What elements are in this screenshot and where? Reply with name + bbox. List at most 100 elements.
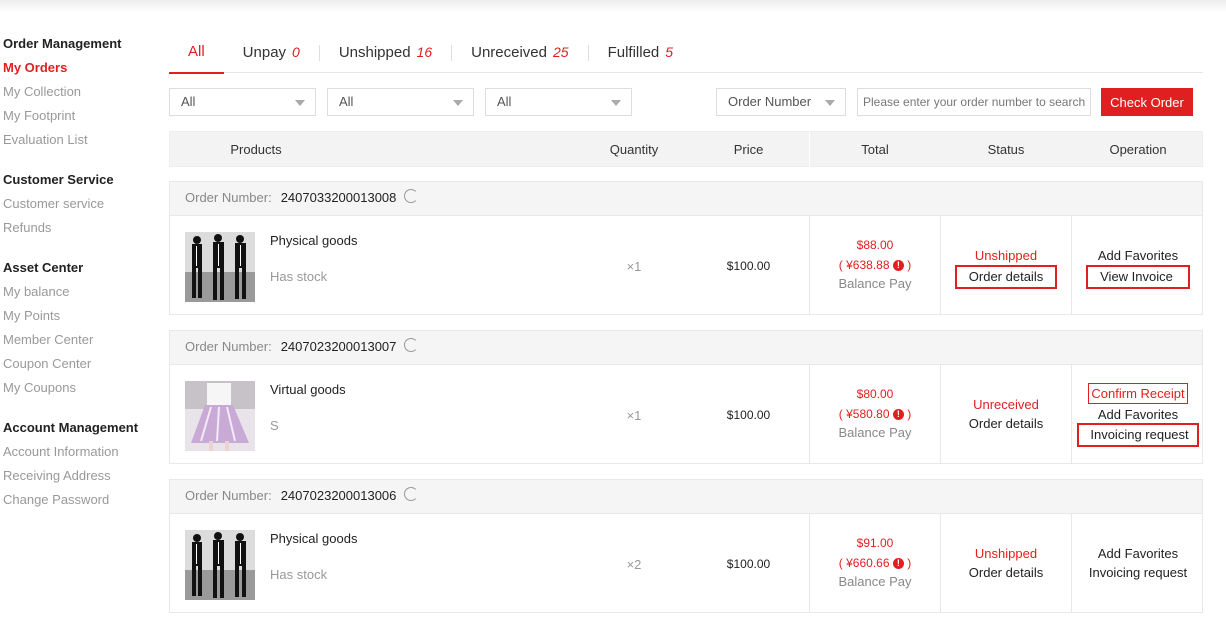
select-value: All (497, 94, 512, 109)
select-value: All (181, 94, 196, 109)
total-cny-close: ) (907, 556, 912, 570)
header-price: Price (733, 142, 764, 157)
product-name[interactable]: Physical goods (270, 233, 357, 248)
total-usd: $91.00 (856, 536, 894, 550)
chevron-down-icon (611, 100, 621, 106)
tab-all[interactable]: All (169, 38, 224, 74)
tab-count: 0 (292, 44, 300, 60)
order-status: Unshipped Order details (941, 248, 1071, 289)
order-number-label: Order Number: (185, 190, 272, 205)
tab-count: 5 (665, 44, 674, 60)
invoicing-request-link[interactable]: Invoicing request (1072, 565, 1204, 580)
sidebar-item-my-points[interactable]: My Points (3, 308, 163, 332)
order-operations: Add Favorites Invoicing request (1072, 546, 1204, 580)
sidebar-group-asset-center: Asset Center My balance My Points Member… (3, 260, 163, 404)
sidebar-group-title: Account Management (3, 420, 139, 435)
sidebar: Order Management My Orders My Collection… (3, 36, 163, 532)
add-favorites-link[interactable]: Add Favorites (1072, 248, 1204, 263)
sidebar-item-receiving-address[interactable]: Receiving Address (3, 468, 163, 492)
product-thumbnail-skirt[interactable] (185, 381, 255, 451)
sidebar-item-my-footprint[interactable]: My Footprint (3, 108, 163, 132)
tab-label: Unpay (242, 44, 287, 61)
add-favorites-link[interactable]: Add Favorites (1072, 546, 1204, 561)
filter-select-1[interactable]: All (169, 88, 316, 116)
filter-select-3[interactable]: All (485, 88, 632, 116)
tab-unshipped[interactable]: Unshipped 16 (320, 38, 451, 73)
top-shadow (0, 0, 1226, 12)
sidebar-item-my-balance[interactable]: My balance (3, 284, 163, 308)
order-details-link[interactable]: Order details (941, 565, 1071, 580)
sidebar-item-coupon-center[interactable]: Coupon Center (3, 356, 163, 380)
info-icon[interactable]: ! (892, 409, 904, 420)
check-order-button[interactable]: Check Order (1101, 88, 1193, 116)
filter-select-2[interactable]: All (327, 88, 474, 116)
order-body: Virtual goods S ×1 $100.00 $80.00 ( ¥580… (170, 365, 1202, 464)
order-header: Order Number: 2407023200013007 (170, 331, 1202, 365)
total-cny-value: ( ¥580.80 (838, 407, 890, 421)
product-spec: Has stock (270, 269, 328, 284)
sidebar-item-my-orders[interactable]: My Orders (3, 60, 163, 84)
select-value: All (339, 94, 354, 109)
orders-table-header: Products Quantity Price Total Status Ope… (169, 131, 1203, 168)
total-cny: ( ¥580.80 ! ) (810, 407, 940, 421)
order-body: Physical goods Has stock ×1 $100.00 $88.… (170, 216, 1202, 315)
order-details-link[interactable]: Order details (954, 265, 1058, 289)
header-products: Products (230, 142, 282, 157)
chevron-down-icon (295, 100, 305, 106)
order-operations: Add Favorites View Invoice (1072, 248, 1204, 289)
sidebar-item-customer-service[interactable]: Customer service (3, 196, 163, 220)
info-icon[interactable]: ! (892, 558, 904, 569)
order-card: Order Number: 2407023200013006 Physical g… (169, 479, 1203, 613)
sidebar-item-my-coupons[interactable]: My Coupons (3, 380, 163, 404)
order-header: Order Number: 2407033200013008 (170, 182, 1202, 216)
add-favorites-link[interactable]: Add Favorites (1072, 407, 1204, 422)
sidebar-item-my-collection[interactable]: My Collection (3, 84, 163, 108)
sidebar-item-refunds[interactable]: Refunds (3, 220, 163, 244)
order-number: 2407023200013007 (280, 339, 397, 354)
status-text: Unshipped (974, 546, 1038, 561)
invoicing-request-link[interactable]: Invoicing request (1077, 423, 1199, 447)
refresh-icon[interactable] (404, 337, 419, 352)
order-number-label: Order Number: (185, 339, 272, 354)
tab-label: All (188, 43, 205, 60)
sidebar-item-member-center[interactable]: Member Center (3, 332, 163, 356)
refresh-icon[interactable] (404, 188, 419, 203)
product-name[interactable]: Virtual goods (270, 382, 346, 397)
confirm-receipt-button[interactable]: Confirm Receipt (1088, 383, 1188, 404)
order-total: $80.00 ( ¥580.80 ! ) Balance Pay (810, 387, 940, 440)
view-invoice-link[interactable]: View Invoice (1086, 265, 1190, 289)
order-body: Physical goods Has stock ×2 $100.00 $91.… (170, 514, 1202, 613)
sidebar-group-title: Order Management (3, 36, 122, 51)
order-details-link[interactable]: Order details (941, 416, 1071, 431)
order-card: Order Number: 2407033200013008 Physical g… (169, 181, 1203, 315)
header-status: Status (987, 142, 1025, 157)
search-type-select[interactable]: Order Number (716, 88, 846, 116)
tab-count: 25 (553, 44, 569, 60)
tab-count: 16 (416, 44, 433, 60)
sidebar-group-account-management: Account Management Account Information R… (3, 420, 163, 516)
info-icon[interactable]: ! (892, 260, 904, 271)
sidebar-group-title: Asset Center (3, 260, 84, 275)
order-search-input[interactable] (857, 88, 1091, 116)
product-thumbnail-tracksuit[interactable] (185, 530, 255, 600)
tab-unpay[interactable]: Unpay 0 (224, 38, 319, 73)
refresh-icon[interactable] (404, 486, 419, 501)
tab-label: Unreceived (471, 44, 547, 61)
product-name[interactable]: Physical goods (270, 531, 357, 546)
order-number: 2407023200013006 (280, 488, 397, 503)
total-usd: $88.00 (856, 238, 894, 252)
quantity: ×2 (626, 557, 642, 572)
total-usd: $80.00 (856, 387, 894, 401)
total-cny-close: ) (907, 407, 912, 421)
tab-fulfilled[interactable]: Fulfilled 5 (589, 38, 692, 73)
payment-method: Balance Pay (838, 574, 912, 589)
product-thumbnail-tracksuit[interactable] (185, 232, 255, 302)
total-cny-value: ( ¥638.88 (838, 258, 890, 272)
order-operations: Confirm Receipt Add Favorites Invoicing … (1072, 383, 1204, 447)
sidebar-item-change-password[interactable]: Change Password (3, 492, 163, 516)
total-cny-value: ( ¥660.66 (838, 556, 890, 570)
sidebar-item-account-information[interactable]: Account Information (3, 444, 163, 468)
sidebar-item-evaluation-list[interactable]: Evaluation List (3, 132, 163, 156)
sidebar-group-order-management: Order Management My Orders My Collection… (3, 36, 163, 156)
tab-unreceived[interactable]: Unreceived 25 (452, 38, 587, 73)
